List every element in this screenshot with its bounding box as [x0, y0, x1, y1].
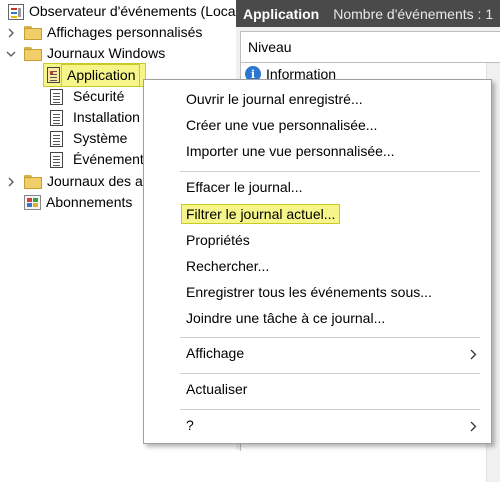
tree-item-subscriptions[interactable]: Abonnements [24, 192, 132, 213]
menu-separator [180, 373, 480, 374]
chevron-down-icon[interactable] [4, 43, 18, 64]
chevron-right-icon [470, 347, 477, 363]
menu-item-label: Actualiser [186, 381, 248, 397]
menu-item-help[interactable]: ? [144, 412, 491, 438]
menu-item-properties[interactable]: Propriétés [144, 227, 491, 253]
menu-item-label: ? [186, 417, 194, 433]
menu-item-label: Créer une vue personnalisée... [186, 117, 378, 133]
tree-item-label: Application [61, 63, 140, 87]
menu-item-label: Effacer le journal... [186, 179, 303, 195]
tree-item-custom-views[interactable]: Affichages personnalisés [24, 22, 202, 43]
tree-item-app-service-logs[interactable]: Journaux des a [24, 171, 143, 192]
chevron-right-icon [470, 419, 477, 435]
menu-item-clear-log[interactable]: Effacer le journal... [144, 174, 491, 200]
log-icon [50, 88, 63, 105]
chevron-right-icon[interactable] [4, 171, 18, 192]
folder-icon [24, 46, 42, 61]
menu-item-label: Joindre une tâche à ce journal... [186, 310, 386, 326]
tree-item-label: Journaux des a [47, 173, 143, 189]
menu-item-attach-task[interactable]: Joindre une tâche à ce journal... [144, 305, 491, 331]
log-icon [50, 109, 63, 126]
tree-item-label: Sécurité [73, 88, 125, 104]
tree-item-label: Système [73, 130, 128, 146]
menu-item-label: Rechercher... [186, 258, 270, 274]
chevron-right-icon[interactable] [4, 22, 18, 43]
menu-item-label: Affichage [186, 345, 245, 361]
folder-icon [24, 174, 42, 189]
menu-item-create-custom-view[interactable]: Créer une vue personnalisée... [144, 112, 491, 138]
tree-item-label: Affichages personnalisés [47, 24, 203, 40]
tree-root-label: Observateur d'événements (Loca [29, 3, 236, 19]
menu-separator [180, 337, 480, 338]
tree-item-security[interactable]: Sécurité [50, 86, 124, 107]
menu-item-open-saved-log[interactable]: Ouvrir le journal enregistré... [144, 86, 491, 112]
menu-item-label: Importer une vue personnalisée... [186, 143, 395, 159]
tree-item-system[interactable]: Système [50, 128, 127, 149]
log-title: Application [243, 5, 320, 22]
tree-item-label: Événement [73, 151, 144, 167]
column-header-label: Niveau [248, 39, 292, 55]
menu-separator [180, 409, 480, 410]
tree-item-label: Journaux Windows [47, 45, 166, 61]
column-header-level[interactable]: Niveau [241, 32, 500, 63]
menu-item-filter-current-log[interactable]: Filtrer le journal actuel... [144, 201, 491, 227]
tree-item-application[interactable]: Application [43, 63, 146, 87]
menu-item-label: Enregistrer tous les événements sous... [186, 284, 432, 300]
menu-item-refresh[interactable]: Actualiser [144, 376, 491, 402]
menu-item-label: Ouvrir le journal enregistré... [186, 91, 363, 107]
log-header-bar: Application Nombre d'événements : 1 [236, 0, 500, 27]
tree-item-label: Installation [73, 109, 140, 125]
event-count: Nombre d'événements : 1 [333, 5, 494, 22]
menu-item-label: Filtrer le journal actuel... [180, 204, 341, 224]
log-icon [50, 130, 63, 147]
subscriptions-icon [24, 195, 41, 210]
menu-item-import-custom-view[interactable]: Importer une vue personnalisée... [144, 138, 491, 164]
menu-item-save-all-events-as[interactable]: Enregistrer tous les événements sous... [144, 279, 491, 305]
event-viewer-icon [8, 3, 24, 20]
context-menu: Ouvrir le journal enregistré... Créer un… [143, 79, 492, 444]
tree-item-setup[interactable]: Installation [50, 107, 140, 128]
log-icon [50, 151, 63, 168]
tree-root-event-viewer[interactable]: Observateur d'événements (Loca [8, 1, 236, 22]
tree-item-label: Abonnements [46, 194, 133, 210]
log-icon [47, 67, 60, 83]
folder-icon [24, 25, 42, 40]
tree-item-forwarded-events[interactable]: Événement [50, 149, 144, 170]
menu-item-find[interactable]: Rechercher... [144, 253, 491, 279]
menu-item-label: Propriétés [186, 232, 250, 248]
tree-item-windows-logs[interactable]: Journaux Windows [24, 43, 165, 64]
menu-separator [180, 171, 480, 172]
menu-item-view[interactable]: Affichage [144, 340, 491, 366]
